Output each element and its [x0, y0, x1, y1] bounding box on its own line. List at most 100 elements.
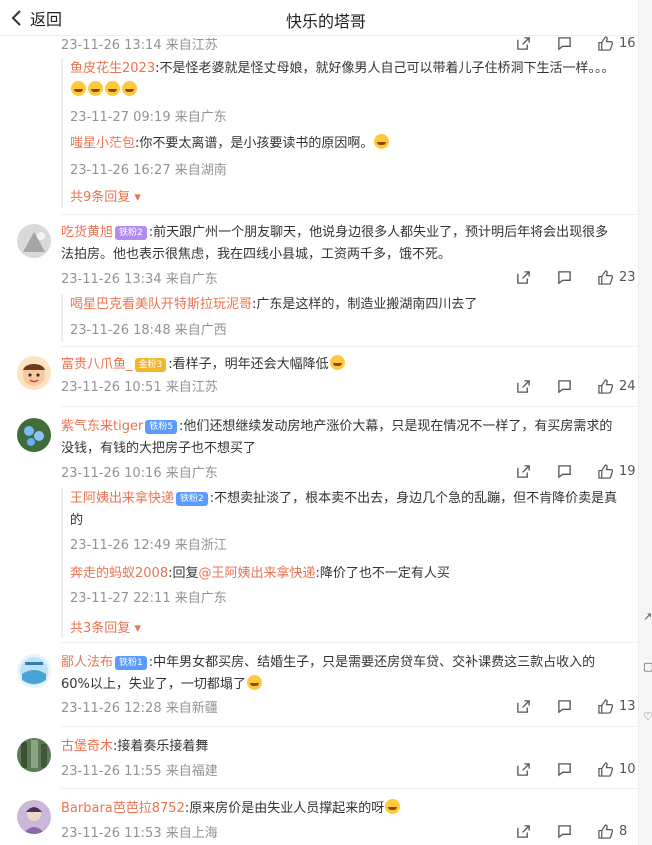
reply-button[interactable]: [557, 379, 572, 394]
thumbs-up-icon: [598, 762, 613, 777]
comment-user[interactable]: Barbara芭芭拉8752: [61, 801, 185, 816]
reply-button[interactable]: [557, 699, 572, 714]
reply-text: 王阿姨出来拿快递 铁粉2:不想卖扯淡了，根本卖不出去，身边几个急的乱蹦，但不肯降价…: [70, 491, 618, 528]
reply-time: 23-11-26 18:48 来自广西: [70, 323, 227, 338]
share-icon: [517, 825, 530, 838]
like-count: 8: [619, 824, 628, 839]
reply-user[interactable]: 奔走的蚂蚁2008: [70, 566, 168, 581]
share-button[interactable]: [516, 379, 531, 394]
fan-badge: 铁粉1: [115, 656, 147, 670]
comment-icon: [558, 465, 571, 479]
comment-user[interactable]: 鄙人法布: [61, 655, 113, 670]
thumbs-up-icon: [598, 464, 613, 479]
share-icon: [517, 271, 530, 284]
share-icon: [517, 37, 530, 50]
fan-badge: 铁粉2: [176, 492, 208, 506]
comment-actions: 13: [516, 699, 636, 714]
like-button[interactable]: 24: [598, 379, 636, 394]
like-count: 16: [619, 36, 636, 51]
reply-button[interactable]: [557, 36, 572, 51]
grin-emoji: [122, 81, 137, 96]
reply-text: 鱼皮花生2023:不是怪老婆就是怪丈母娘，就好像男人自己可以带着儿子住桥洞下生活…: [70, 58, 620, 102]
avatar[interactable]: [17, 738, 51, 772]
thumbs-up-icon: [598, 824, 613, 839]
page-title: 快乐的塔哥: [285, 12, 366, 31]
grin-emoji: [71, 81, 86, 96]
reply-user[interactable]: 喝星巴克看美队开特斯拉玩泥哥: [70, 297, 252, 312]
divider: [61, 346, 638, 347]
like-button[interactable]: 8: [598, 824, 627, 839]
avatar[interactable]: [17, 224, 51, 258]
reply-time: 23-11-27 22:11 来自广东: [70, 591, 227, 606]
avatar[interactable]: [17, 418, 51, 452]
face-emoji: [385, 799, 401, 814]
thumbs-up-icon: [598, 270, 613, 285]
share-button[interactable]: [516, 464, 531, 479]
share-icon: [517, 465, 530, 478]
share-icon: [517, 763, 530, 776]
like-button[interactable]: 16: [598, 36, 636, 51]
comment-icon: [558, 37, 571, 51]
face-emoji: [329, 355, 345, 370]
divider: [61, 642, 638, 643]
like-button[interactable]: 19: [598, 464, 636, 479]
comment-actions: 10: [516, 762, 636, 777]
comment-user[interactable]: 紫气东来tiger: [61, 419, 143, 434]
share-button[interactable]: [516, 699, 531, 714]
comment-time: 23-11-26 10:16 来自广东: [61, 466, 218, 481]
comment-user[interactable]: 古堡奇木: [61, 739, 113, 754]
avatar[interactable]: [17, 356, 51, 390]
avatar[interactable]: [17, 654, 51, 688]
like-button[interactable]: 23: [598, 270, 636, 285]
comment-text: 吃货黄旭 铁粉2:前天跟广州一个朋友聊天，他说身边很多人都失业了，预计明后年将会出…: [61, 225, 609, 262]
comment-actions: 8: [516, 824, 627, 839]
share-button[interactable]: [516, 824, 531, 839]
fan-badge: 金粉3: [134, 358, 167, 372]
reply-button[interactable]: [557, 762, 572, 777]
comment-time: 23-11-26 13:14 来自江苏: [61, 38, 218, 53]
comment-list: 23-11-26 13:14 来自江苏 16 鱼皮花生2023:不是怪老婆就是怪…: [0, 0, 638, 845]
reply-user[interactable]: 王阿姨出来拿快递: [70, 491, 174, 506]
more-replies-link[interactable]: 共9条回复 ▾: [70, 186, 141, 205]
reply-text: 嗤星小茫包:你不要太离谱，是小孩要读书的原因啊。: [70, 133, 620, 155]
fan-badge: 铁粉5: [145, 420, 178, 434]
like-count: 19: [619, 464, 636, 479]
more-replies-link[interactable]: 共3条回复 ▾: [70, 617, 141, 636]
share-button[interactable]: [516, 762, 531, 777]
reply-button[interactable]: [557, 464, 572, 479]
reply-button[interactable]: [557, 270, 572, 285]
reply-time: 23-11-26 16:27 来自湖南: [70, 163, 227, 178]
mention-link[interactable]: @王阿姨出来拿快递: [198, 566, 315, 581]
edge-share-icon[interactable]: ↗: [643, 610, 652, 623]
reply-user[interactable]: 鱼皮花生2023: [70, 61, 155, 76]
comment-page: 23-11-26 13:14 来自江苏 16 鱼皮花生2023:不是怪老婆就是怪…: [0, 0, 652, 845]
comment-icon: [558, 763, 571, 777]
comment-user[interactable]: 富贵八爪鱼_: [61, 357, 133, 372]
comment-time: 23-11-26 13:34 来自广东: [61, 272, 218, 287]
edge-comment-icon[interactable]: ▢: [643, 660, 652, 673]
comment-text: Barbara芭芭拉8752:原来房价是由失业人员撑起来的呀: [61, 798, 621, 820]
like-button[interactable]: 13: [598, 699, 636, 714]
comment-icon: [558, 380, 571, 394]
fan-badge: 铁粉2: [115, 226, 147, 240]
divider: [61, 726, 638, 727]
reply-button[interactable]: [557, 824, 572, 839]
face-emoji: [246, 675, 262, 690]
grin-emoji: [105, 81, 120, 96]
reply-user[interactable]: 嗤星小茫包: [70, 136, 135, 151]
comment-user[interactable]: 吃货黄旭: [61, 225, 113, 240]
share-icon: [517, 380, 530, 393]
like-count: 24: [619, 379, 636, 394]
comment-time: 23-11-26 11:55 来自福建: [61, 764, 218, 779]
comment-actions: 16: [516, 36, 636, 51]
reply-text: 奔走的蚂蚁2008:回复@王阿姨出来拿快递:降价了也不一定有人买: [70, 566, 450, 581]
reply-text: 喝星巴克看美队开特斯拉玩泥哥:广东是这样的，制造业搬湖南四川去了: [70, 297, 478, 312]
like-button[interactable]: 10: [598, 762, 636, 777]
share-button[interactable]: [516, 36, 531, 51]
grin-emoji: [88, 81, 103, 96]
like-count: 23: [619, 270, 636, 285]
like-count: 10: [619, 762, 636, 777]
share-button[interactable]: [516, 270, 531, 285]
avatar[interactable]: [17, 800, 51, 834]
edge-like-icon[interactable]: ♡: [643, 710, 652, 723]
